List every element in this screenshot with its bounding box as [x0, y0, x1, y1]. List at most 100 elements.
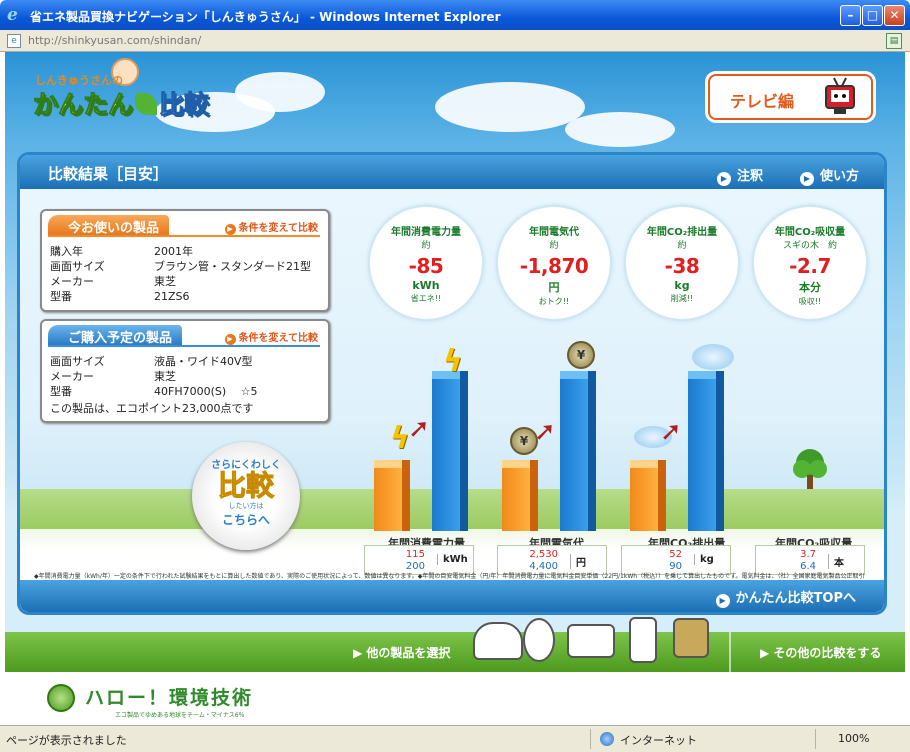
page-content: しんきゅうさんの かんたん 比較 テレビ編 比較結果［目安］ ▶ 注釈 ▶ 使い方 今… — [5, 52, 905, 725]
co2-cloud-icon — [692, 344, 734, 370]
play-icon: ▶ — [800, 172, 814, 186]
stat-note: 省エネ!! — [410, 294, 442, 303]
again-small: したい方は — [228, 502, 264, 510]
cloud-decoration — [565, 112, 675, 147]
play-icon: ▶ — [224, 224, 236, 235]
detailed-compare-button[interactable]: さらにくわしく 比較 したい方は こちらへ — [192, 442, 300, 550]
address-url[interactable]: http://shinkyusan.com/shindan/ — [28, 34, 201, 47]
close-button[interactable]: ✕ — [884, 5, 905, 26]
product-row: 画面サイズ 液晶・ワイド40V型 — [50, 353, 253, 369]
window-titlebar[interactable]: e 省エネ製品買換ナビゲーション「しんきゅうさん」 - Windows Inte… — [0, 0, 910, 30]
zoom-level[interactable]: 100% — [838, 732, 869, 745]
maximize-button[interactable]: □ — [862, 5, 883, 26]
planned-change-conditions-link[interactable]: ▶ 条件を変えて比較 — [224, 329, 319, 345]
row-value: 東芝 — [154, 275, 176, 288]
stat-approx: スギの木 約 — [782, 241, 837, 251]
value-box-co2: 52 90 kg — [621, 545, 731, 575]
old-value: 90 — [669, 561, 682, 572]
lightning-icon: ϟ — [390, 421, 410, 456]
minimize-button[interactable]: – — [840, 5, 861, 26]
stat-co2-absorption: 年間CO₂吸収量 スギの木 約 -2.7 本分 吸収!! — [754, 207, 866, 319]
bar-cost-old — [560, 371, 596, 531]
row-key: メーカー — [50, 275, 94, 288]
appliance-character-icon — [523, 618, 555, 662]
value-box-power: 115 200 kWh — [364, 545, 474, 575]
stat-title: 年間電気代 — [529, 227, 579, 238]
stat-unit: 本分 — [799, 281, 821, 294]
old-value: 4,400 — [529, 561, 558, 572]
logo[interactable]: かんたん 比較 — [32, 85, 210, 121]
stat-value: -38 — [664, 254, 700, 278]
row-value: 2001年 — [154, 245, 193, 258]
product-row: メーカー 東芝 — [50, 368, 176, 384]
product-row: 型番 21ZS6 — [50, 288, 190, 304]
row-value: 液晶・ワイド40V型 — [154, 355, 253, 368]
panel-title: 比較結果［目安］ — [48, 165, 169, 183]
lightning-icon: ϟ — [443, 344, 463, 379]
panel-body: 今お使いの製品 ▶ 条件を変えて比較 購入年 2001年 画面サイズ ブラウン管・スタ… — [20, 189, 884, 612]
row-key: メーカー — [50, 370, 94, 383]
value-unit: 円 — [570, 554, 586, 569]
banner-text: ハロー！環境技術 — [85, 687, 254, 709]
planned-change-label: 条件を変えて比較 — [238, 333, 319, 344]
bar-co2-new — [630, 460, 666, 531]
value-unit: kg — [694, 554, 714, 565]
notes-link[interactable]: ▶ 注釈 — [717, 165, 763, 186]
product-row: 画面サイズ ブラウン管・スタンダード21型 — [50, 258, 311, 274]
panel-footer: ▶ かんたん比較TOPへ — [20, 580, 884, 612]
play-icon: ▶ — [717, 172, 731, 186]
status-divider — [590, 729, 591, 749]
panel-header: 比較結果［目安］ ▶ 注釈 ▶ 使い方 — [20, 155, 884, 189]
stat-approx: 約 — [549, 241, 559, 251]
tv-character-icon — [673, 618, 709, 658]
status-text: ページが表示されました — [6, 734, 127, 747]
row-key: 型番 — [50, 290, 72, 303]
leaf-icon — [135, 93, 158, 115]
row-key: 画面サイズ — [50, 355, 105, 368]
tree-icon — [793, 449, 827, 489]
play-icon: ▶ — [224, 334, 236, 345]
howto-link-label: 使い方 — [820, 169, 860, 184]
row-value: 40FH7000(S) ☆5 — [154, 385, 258, 398]
row-key: 型番 — [50, 385, 72, 398]
fridge-character-icon — [629, 617, 657, 663]
status-divider — [815, 729, 816, 749]
stat-title: 年間CO₂吸収量 — [774, 227, 846, 238]
address-bar[interactable]: e http://shinkyusan.com/shindan/ ▤ — [0, 30, 910, 52]
row-key: 画面サイズ — [50, 260, 105, 273]
feed-icon[interactable]: ▤ — [886, 33, 902, 49]
globe-icon — [47, 684, 75, 712]
current-change-conditions-link[interactable]: ▶ 条件を変えて比較 — [224, 219, 318, 235]
logo-text-hikaku: 比較 — [159, 90, 210, 120]
logo-text: かんたん — [32, 90, 134, 120]
top-link-label: かんたん比較TOPへ — [735, 591, 856, 606]
row-value: 東芝 — [154, 370, 176, 383]
new-value: 52 — [669, 549, 682, 560]
stat-note: おトク!! — [538, 297, 570, 306]
tv-category-button[interactable]: テレビ編 — [708, 74, 873, 120]
cloud-decoration — [435, 82, 585, 132]
stat-co2-emission: 年間CO₂排出量 約 -38 kg 削減!! — [626, 207, 738, 319]
select-other-product-link[interactable]: ▶ 他の製品を選択 — [353, 644, 450, 661]
product-row: 購入年 2001年 — [50, 243, 193, 259]
other-comparison-link[interactable]: ▶ その他の比較をする — [760, 644, 881, 661]
result-panel: 比較結果［目安］ ▶ 注釈 ▶ 使い方 今お使いの製品 ▶ 条件を変えて比較 購入年 2… — [17, 152, 887, 615]
stat-value: -1,870 — [519, 254, 589, 278]
top-link[interactable]: ▶ かんたん比較TOPへ — [715, 587, 856, 608]
howto-link[interactable]: ▶ 使い方 — [800, 165, 859, 186]
banner-subtext: エコ製品でゆめある地球をチーム・マイナス6％ — [115, 712, 245, 719]
current-product-title: 今お使いの製品 — [48, 215, 170, 236]
stat-value: -85 — [408, 254, 444, 278]
tv-category-label: テレビ編 — [730, 92, 795, 111]
tv-character-icon — [825, 77, 855, 114]
new-value: 115 — [405, 549, 425, 560]
stat-cost: 年間電気代 約 -1,870 円 おトク!! — [498, 207, 610, 319]
cloud-decoration — [235, 72, 325, 112]
value-unit: 本 — [828, 554, 844, 569]
stat-power: 年間消費電力量 約 -85 kWh 省エネ!! — [370, 207, 482, 319]
product-row: メーカー 東芝 — [50, 273, 176, 289]
planned-product-header: ご購入予定の製品 ▶ 条件を変えて比較 — [48, 325, 320, 347]
nav-divider — [729, 632, 731, 672]
stat-approx: 約 — [677, 241, 687, 251]
again-bottom: こちらへ — [221, 513, 270, 527]
